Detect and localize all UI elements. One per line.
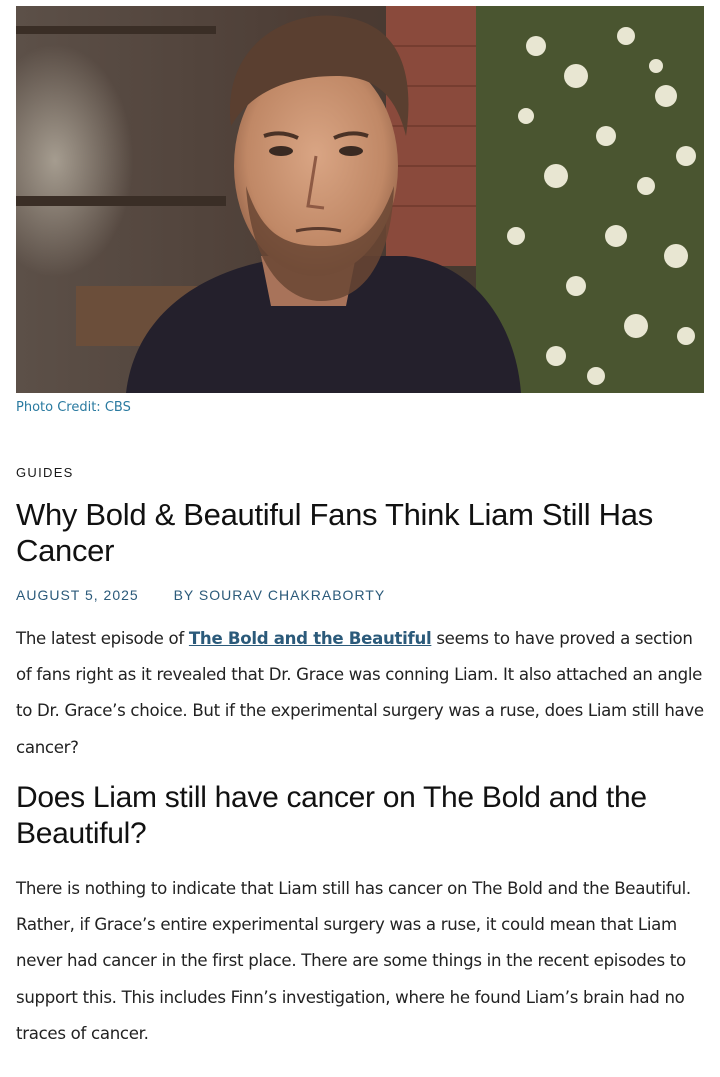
intro-text-end: seems to have proved a section of fans r… — [16, 629, 704, 757]
category-label[interactable]: GUIDES — [16, 465, 74, 480]
show-link[interactable]: The Bold and the Beautiful — [189, 629, 432, 648]
publish-date: AUGUST 5, 2025 — [16, 587, 139, 603]
author-byline[interactable]: BY SOURAV CHAKRABORTY — [174, 587, 386, 603]
intro-paragraph: The latest episode of The Bold and the B… — [16, 621, 706, 766]
section-paragraph: There is nothing to indicate that Liam s… — [16, 879, 691, 1043]
article-meta: AUGUST 5, 2025 BY SOURAV CHAKRABORTY — [16, 587, 385, 603]
hero-image — [16, 6, 704, 393]
article-title: Why Bold & Beautiful Fans Think Liam Sti… — [16, 497, 653, 568]
section-heading: Does Liam still have cancer on The Bold … — [16, 781, 647, 850]
photo-credit: Photo Credit: CBS — [16, 400, 131, 415]
intro-text-start: The latest episode of — [16, 629, 189, 648]
